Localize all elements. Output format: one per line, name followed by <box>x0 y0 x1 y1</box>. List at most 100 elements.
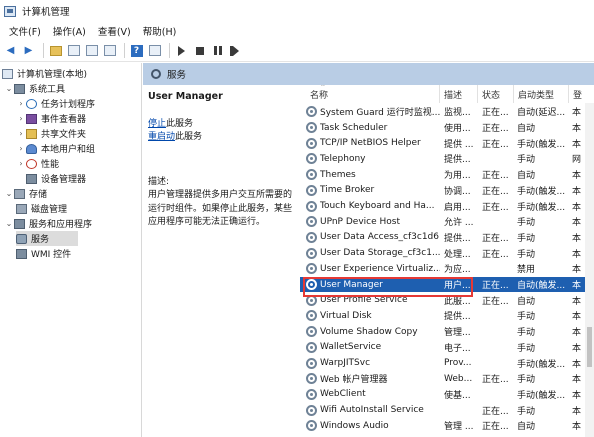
column-header-name[interactable]: ⌃ 名称 <box>300 85 440 103</box>
service-row[interactable]: Telephony 提供... 手动 网 <box>300 151 594 167</box>
service-description: 电子... <box>444 343 471 354</box>
service-logon: 本 <box>572 375 582 386</box>
gear-icon <box>306 279 317 291</box>
column-header-desc[interactable]: 描述 <box>440 85 478 103</box>
service-row[interactable]: Virtual Disk 提供... 手动 本 <box>300 308 594 324</box>
service-name-cell: User Manager <box>306 277 440 293</box>
chevron-down-icon[interactable]: ⌄ <box>4 84 14 93</box>
service-startup-type: 手动(触发... <box>517 202 566 213</box>
chevron-right-icon[interactable]: › <box>16 99 26 108</box>
service-row[interactable]: User Manager 用户... 正在... 自动(触发... 本 <box>300 276 594 293</box>
service-name: UPnP Device Host <box>320 216 400 227</box>
scrollbar-thumb[interactable] <box>587 327 592 367</box>
gear-icon <box>306 357 317 369</box>
tree-wmi[interactable]: WMI 控件 <box>16 246 71 261</box>
service-name: User Manager <box>320 279 383 290</box>
service-status: 正在... <box>482 171 509 182</box>
tree-services-apps[interactable]: ⌄ 服务和应用程序 <box>4 216 92 231</box>
stop-service-link[interactable]: 停止 <box>148 119 166 129</box>
pause-icon[interactable] <box>210 43 225 58</box>
service-row[interactable]: Touch Keyboard and Ha... 启用... 正在... 手动(触发.… <box>300 198 594 214</box>
gear-icon <box>306 310 317 322</box>
service-description <box>444 402 476 418</box>
service-name-cell: User Experience Virtualiz... <box>306 261 440 277</box>
restart-service-link[interactable]: 重启动 <box>148 132 175 142</box>
chevron-right-icon[interactable]: › <box>16 144 26 153</box>
service-row[interactable]: Wifi AutoInstall Service 正在... 手动 本 <box>300 402 594 418</box>
service-status: 正在... <box>482 281 509 292</box>
storage-icon <box>14 188 25 199</box>
tree-device-manager[interactable]: 设备管理器 <box>26 171 86 186</box>
chevron-right-icon[interactable]: › <box>16 159 26 168</box>
service-status <box>482 261 512 277</box>
tree-storage[interactable]: ⌄ 存储 <box>4 186 47 201</box>
tree-root[interactable]: 计算机管理(本地) <box>2 66 87 81</box>
start-icon[interactable] <box>174 43 189 58</box>
service-name: User Profile Service <box>320 295 408 306</box>
gear-icon <box>306 216 317 228</box>
tree-services[interactable]: 服务 <box>16 231 78 246</box>
gear-icon <box>306 373 317 385</box>
services-list: ⌃ 名称 描述 状态 启动类型 登 System Guard 运行时监视... 监… <box>300 85 594 437</box>
restart-icon[interactable] <box>228 43 243 58</box>
tree-performance[interactable]: › 性能 <box>16 156 59 171</box>
service-row[interactable]: WalletService 电子... 手动 本 <box>300 340 594 356</box>
stop-icon[interactable] <box>192 43 207 58</box>
sort-caret-icon: ⌃ <box>320 85 326 91</box>
properties-icon[interactable] <box>84 43 99 58</box>
menu-action[interactable]: 操作(A) <box>47 24 92 38</box>
service-startup-type: 手动(触发... <box>517 390 566 401</box>
tree-disk-management[interactable]: 磁盘管理 <box>16 201 67 216</box>
service-name-cell: Task Scheduler <box>306 120 440 136</box>
chevron-down-icon[interactable]: ⌄ <box>4 189 14 198</box>
service-row[interactable]: Themes 为用... 正在... 自动 本 <box>300 167 594 183</box>
chevron-down-icon[interactable]: ⌄ <box>4 219 14 228</box>
service-row[interactable]: Web 帐户管理器 Web... 正在... 手动 本 <box>300 371 594 387</box>
service-row[interactable]: Windows Audio 管理 ... 正在... 自动 本 <box>300 418 594 434</box>
service-name: WarpJITSvc <box>320 358 371 369</box>
export-icon[interactable] <box>102 43 117 58</box>
service-row[interactable]: User Experience Virtualiz... 为应... 禁用 本 <box>300 261 594 277</box>
service-startup-type: 手动(触发... <box>517 186 566 197</box>
back-icon[interactable]: ◀ <box>3 43 18 58</box>
service-row[interactable]: User Data Access_cf3c1d6 提供... 正在... 手动 本 <box>300 230 594 246</box>
service-status <box>482 151 512 167</box>
view-icon[interactable] <box>66 43 81 58</box>
folder-icon[interactable] <box>48 43 63 58</box>
service-description: 为用... <box>444 171 471 182</box>
menu-file[interactable]: 文件(F) <box>3 24 47 38</box>
service-logon: 本 <box>572 359 582 370</box>
column-header-startup[interactable]: 启动类型 <box>514 85 569 103</box>
service-logon: 本 <box>572 281 582 292</box>
service-logon: 本 <box>572 343 582 354</box>
tree-shared-folders[interactable]: › 共享文件夹 <box>16 126 86 141</box>
service-description: 使用... <box>444 124 471 135</box>
navigation-tree: 计算机管理(本地) ⌄ 系统工具 › 任务计划程序 › 事件查看器 › 共享文件… <box>0 63 142 437</box>
tree-task-scheduler[interactable]: › 任务计划程序 <box>16 96 95 111</box>
service-status <box>482 387 512 403</box>
service-row[interactable]: WarpJITSvc Prov... 手动(触发... 本 <box>300 355 594 371</box>
menu-view[interactable]: 查看(V) <box>92 24 137 38</box>
menu-help[interactable]: 帮助(H) <box>137 24 183 38</box>
tree-local-users[interactable]: › 本地用户和组 <box>16 141 95 156</box>
service-row[interactable]: TCP/IP NetBIOS Helper 提供 ... 正在... 手动(触发...… <box>300 135 594 151</box>
column-header-status[interactable]: 状态 <box>478 85 514 103</box>
service-description: 使基... <box>444 390 471 401</box>
service-row[interactable]: Time Broker 协调... 正在... 手动(触发... 本 <box>300 183 594 199</box>
service-row[interactable]: Volume Shadow Copy 管理... 手动 本 <box>300 324 594 340</box>
service-row[interactable]: UPnP Device Host 允许 ... 手动 本 <box>300 214 594 230</box>
service-row[interactable]: User Profile Service 此服... 正在... 自动 本 <box>300 292 594 308</box>
help-icon[interactable]: ? <box>129 43 144 58</box>
forward-icon[interactable]: ▶ <box>21 43 36 58</box>
chevron-right-icon[interactable]: › <box>16 114 26 123</box>
vertical-scrollbar[interactable] <box>585 103 594 437</box>
console-icon[interactable] <box>147 43 162 58</box>
service-row[interactable]: Task Scheduler 使用... 正在... 自动 本 <box>300 120 594 136</box>
chevron-right-icon[interactable]: › <box>16 129 26 138</box>
tree-system-tools[interactable]: ⌄ 系统工具 <box>4 81 65 96</box>
service-row[interactable]: User Data Storage_cf3c1... 处理... 正在... 手动 本 <box>300 245 594 261</box>
tree-event-viewer[interactable]: › 事件查看器 <box>16 111 86 126</box>
service-row[interactable]: System Guard 运行时监视... 监视... 正在... 自动(延迟... 本 <box>300 104 594 120</box>
service-row[interactable]: WebClient 使基... 手动(触发... 本 <box>300 387 594 403</box>
column-header-logon[interactable]: 登 <box>569 85 594 103</box>
